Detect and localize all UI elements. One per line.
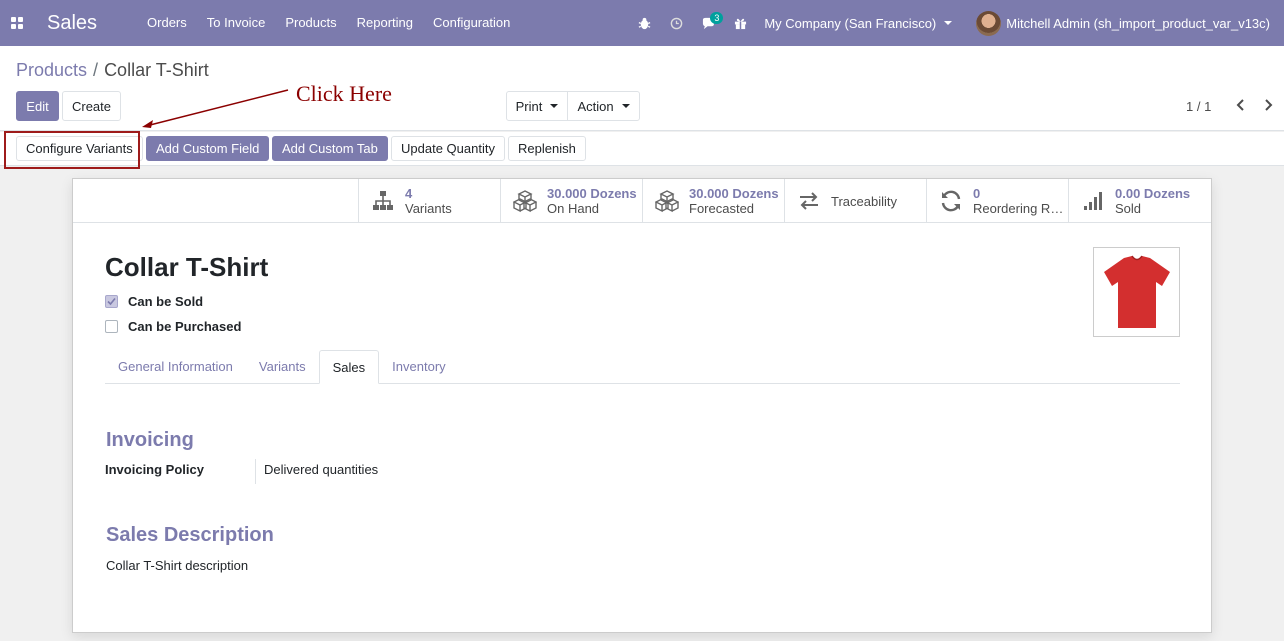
apps-menu-icon[interactable]: [0, 0, 34, 46]
sales-description-text: Collar T-Shirt description: [106, 558, 249, 573]
print-button[interactable]: Print: [506, 91, 568, 121]
on-hand-label: On Hand: [547, 201, 600, 216]
can-be-sold-label: Can be Sold: [128, 294, 204, 309]
messages-badge: 3: [710, 12, 724, 24]
replenish-button[interactable]: Replenish: [508, 136, 586, 161]
top-navbar: Sales Orders To Invoice Products Reporti…: [0, 0, 1284, 46]
avatar: [976, 10, 1002, 36]
forecasted-label: Forecasted: [689, 201, 755, 216]
form-header: Configure Variants Add Custom Field Add …: [0, 132, 1284, 166]
sold-smart-button[interactable]: 0.00 Dozens Sold: [1068, 179, 1210, 223]
pager-previous-icon[interactable]: [1232, 96, 1248, 114]
caret-down-icon: [550, 104, 559, 108]
can-be-sold-checkbox[interactable]: [105, 295, 118, 308]
caret-down-icon: [944, 21, 953, 25]
pager-next-icon[interactable]: [1260, 96, 1276, 114]
app-name[interactable]: Sales: [47, 12, 97, 35]
menu-to-invoice[interactable]: To Invoice: [197, 0, 276, 46]
bug-icon[interactable]: [628, 0, 660, 46]
systray: 3 My Company (San Francisco) Mitchell Ad…: [628, 0, 1284, 46]
create-button[interactable]: Create: [62, 91, 121, 121]
can-be-purchased-checkbox[interactable]: [105, 320, 118, 333]
on-hand-smart-button[interactable]: 30.000 Dozens On Hand: [500, 179, 642, 223]
breadcrumb-products-link[interactable]: Products: [16, 60, 87, 80]
company-name: My Company (San Francisco): [764, 15, 937, 31]
smart-buttons: 4 Variants 30.000 Dozens On Hand 30.000 Do…: [73, 179, 1211, 223]
update-quantity-button[interactable]: Update Quantity: [391, 136, 505, 161]
annotation-highlight-box: [4, 131, 140, 169]
invoicing-section-title: Invoicing: [106, 429, 194, 451]
can-be-purchased-row: Can be Purchased: [105, 319, 241, 334]
cubes-icon: [513, 190, 537, 213]
reordering-rules-count: 0: [973, 186, 981, 201]
user-name: Mitchell Admin (sh_import_product_var_v1…: [1006, 15, 1270, 31]
pager-value[interactable]: 1 / 1: [1186, 99, 1211, 114]
notebook-tabs: General Information Variants Sales Inven…: [105, 350, 1180, 384]
tab-sales[interactable]: Sales: [318, 350, 380, 384]
on-hand-value: 30.000 Dozens: [547, 186, 637, 201]
sold-label: Sold: [1115, 201, 1142, 216]
breadcrumb-separator: /: [93, 60, 99, 80]
tshirt-icon: [1103, 255, 1170, 328]
company-switcher[interactable]: My Company (San Francisco): [764, 15, 953, 31]
product-image[interactable]: [1093, 247, 1180, 337]
variants-count: 4: [405, 186, 413, 201]
forecasted-value: 30.000 Dozens: [689, 186, 779, 201]
sitemap-icon: [373, 191, 393, 210]
forecasted-smart-button[interactable]: 30.000 Dozens Forecasted: [642, 179, 784, 223]
control-panel: Products / Collar T-Shirt Edit Create Prin…: [0, 46, 1284, 131]
invoicing-policy-value: Delivered quantities: [264, 462, 379, 477]
add-custom-field-button[interactable]: Add Custom Field: [146, 136, 270, 161]
add-custom-tab-button[interactable]: Add Custom Tab: [272, 136, 388, 161]
tab-general-information[interactable]: General Information: [105, 350, 246, 383]
action-button[interactable]: Action: [567, 91, 640, 121]
print-label: Print: [515, 98, 543, 114]
variants-label: Variants: [405, 201, 452, 216]
action-label: Action: [577, 98, 614, 114]
reordering-rules-label: Reordering Rules: [973, 201, 1065, 216]
menu-configuration[interactable]: Configuration: [423, 0, 520, 46]
breadcrumb: Products / Collar T-Shirt: [16, 60, 209, 81]
form-sheet: 4 Variants 30.000 Dozens On Hand 30.000 Do…: [72, 178, 1212, 633]
product-name: Collar T-Shirt: [105, 252, 269, 282]
menu-orders[interactable]: Orders: [137, 0, 197, 46]
signal-bars-icon: [1084, 192, 1102, 210]
tab-variants[interactable]: Variants: [246, 350, 319, 383]
tab-inventory[interactable]: Inventory: [379, 350, 458, 383]
can-be-sold-row: Can be Sold: [105, 294, 203, 309]
field-separator: [255, 459, 256, 484]
traceability-smart-button[interactable]: Traceability: [784, 179, 926, 223]
invoicing-policy-label: Invoicing Policy: [105, 462, 204, 477]
edit-button[interactable]: Edit: [16, 91, 59, 121]
breadcrumb-current: Collar T-Shirt: [104, 60, 209, 80]
main-menu: Orders To Invoice Products Reporting Con…: [137, 0, 520, 46]
gift-icon[interactable]: [724, 0, 756, 46]
menu-reporting[interactable]: Reporting: [347, 0, 423, 46]
refresh-icon: [941, 190, 961, 212]
messages-icon[interactable]: 3: [692, 0, 724, 46]
reordering-rules-smart-button[interactable]: 0 Reordering Rules: [926, 179, 1068, 223]
annotation-text: Click Here: [296, 81, 392, 106]
user-menu[interactable]: Mitchell Admin (sh_import_product_var_v1…: [976, 10, 1270, 36]
cubes-icon: [655, 190, 679, 213]
sales-description-title: Sales Description: [106, 524, 274, 546]
traceability-label: Traceability: [831, 193, 897, 209]
variants-smart-button[interactable]: 4 Variants: [358, 179, 500, 223]
exchange-arrows-icon: [800, 192, 818, 210]
sold-value: 0.00 Dozens: [1115, 186, 1191, 201]
clock-icon[interactable]: [660, 0, 692, 46]
can-be-purchased-label: Can be Purchased: [128, 319, 242, 334]
menu-products[interactable]: Products: [275, 0, 346, 46]
caret-down-icon: [621, 104, 630, 108]
